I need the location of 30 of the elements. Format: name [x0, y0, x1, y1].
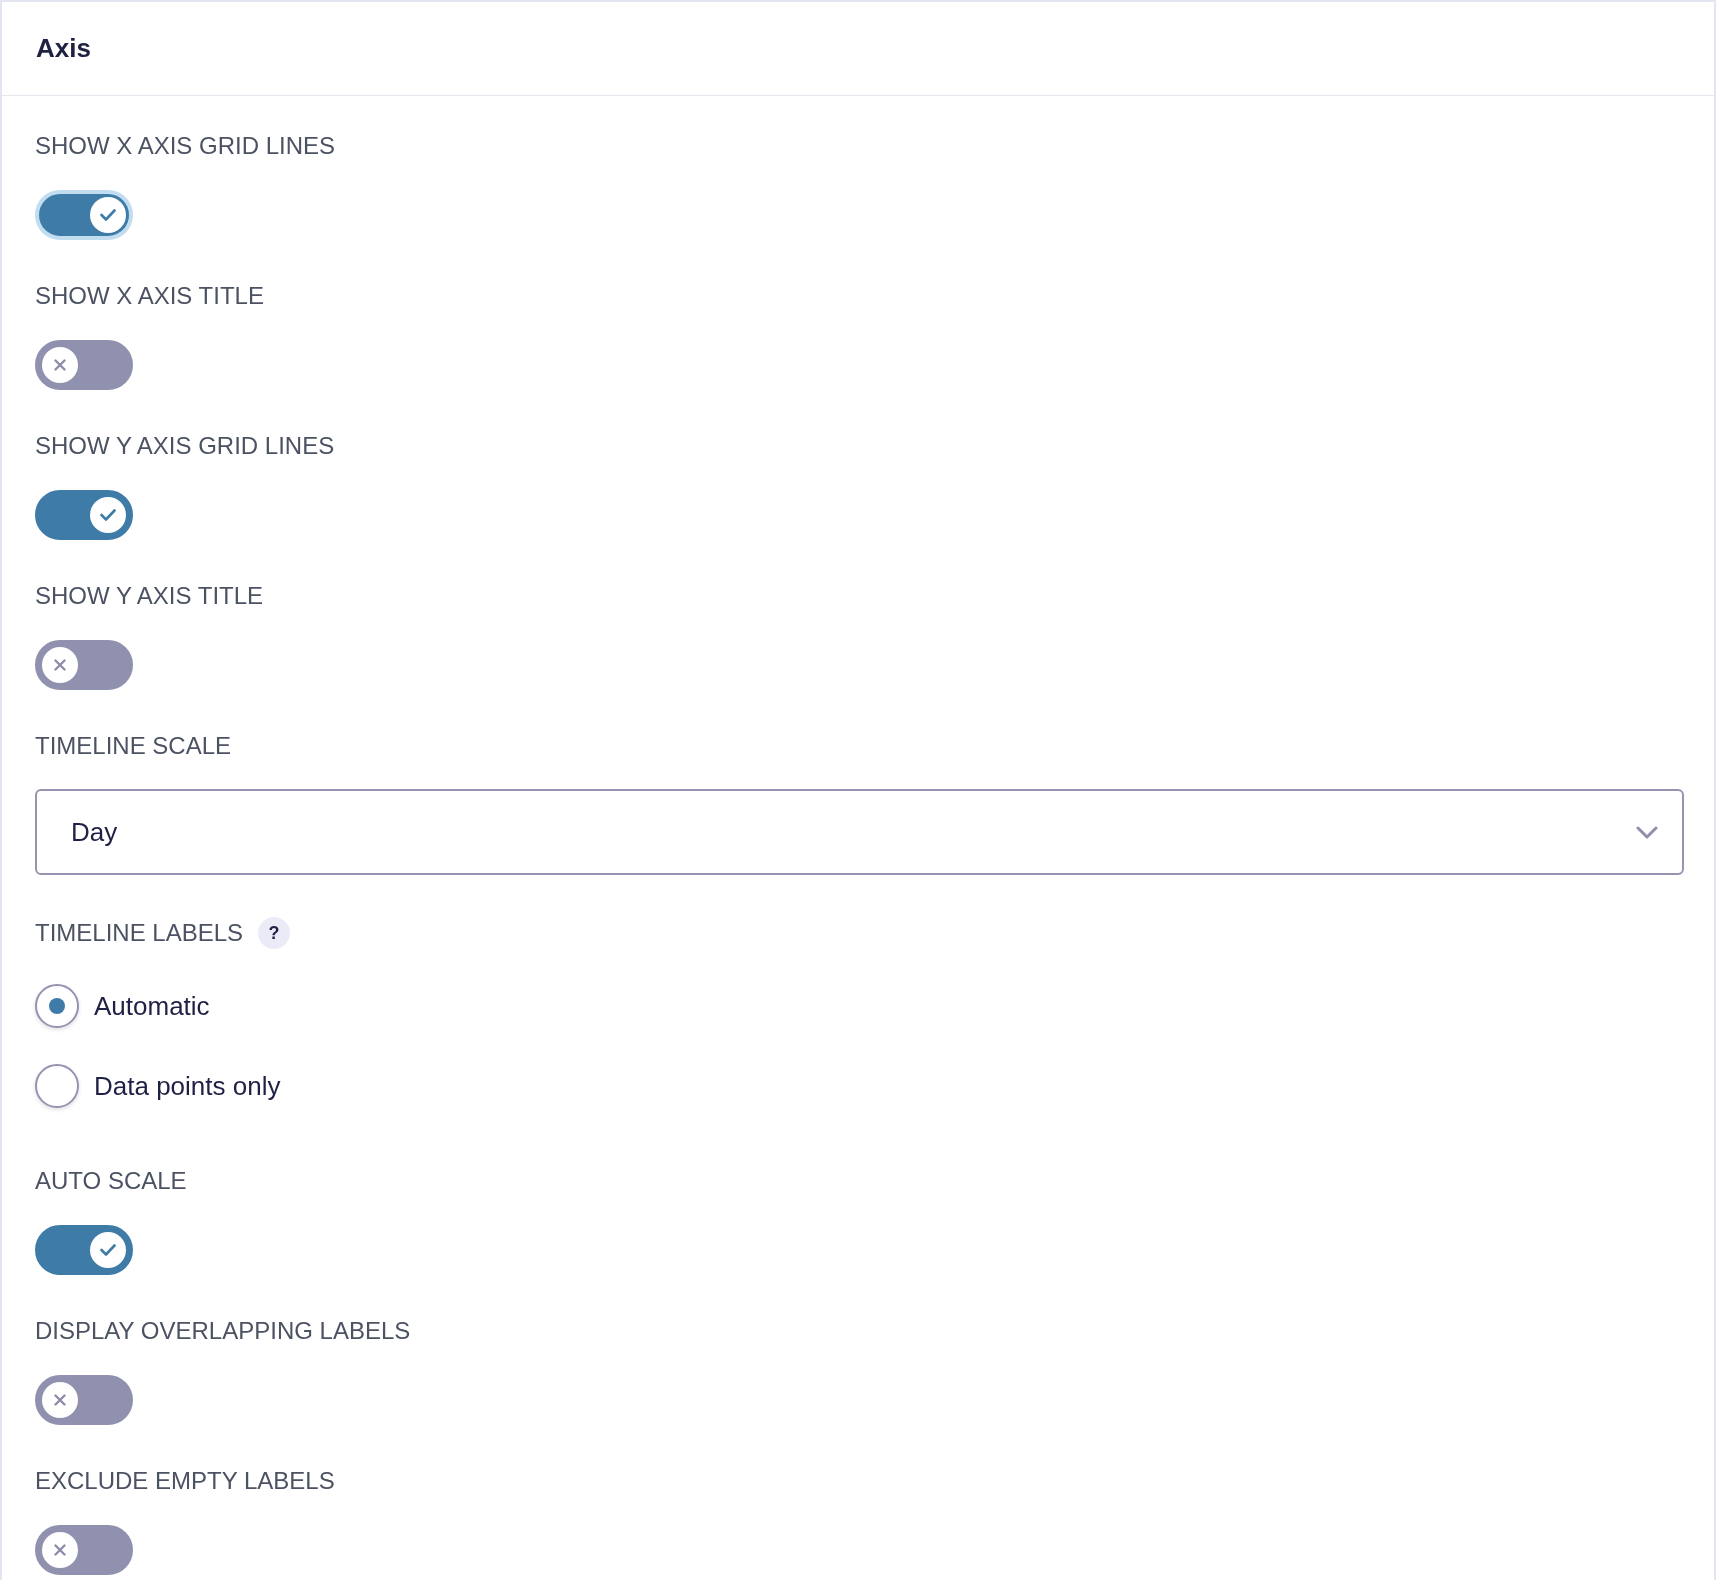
check-icon [90, 1232, 126, 1268]
field-label: TIMELINE SCALE [35, 732, 232, 759]
option-label[interactable]: Data points only [94, 1071, 281, 1101]
radio-button[interactable] [35, 1064, 79, 1108]
cross-icon [42, 1532, 78, 1568]
field-label: SHOW Y AXIS GRID LINES [35, 432, 335, 460]
field-label: EXCLUDE EMPTY LABELS [35, 1467, 335, 1495]
cross-icon [42, 1382, 78, 1418]
toggle-switch[interactable] [35, 490, 133, 540]
help-button[interactable]: ? [258, 917, 291, 949]
cross-icon [42, 347, 78, 383]
check-icon [90, 497, 126, 533]
select-field[interactable]: Day [35, 789, 1684, 875]
check-icon [90, 197, 126, 233]
toggle-switch[interactable] [35, 1225, 133, 1275]
field-label: TIMELINE LABELS [35, 919, 244, 947]
field-label: SHOW X AXIS TITLE [35, 282, 264, 310]
cross-icon [42, 647, 78, 683]
toggle-switch[interactable] [35, 640, 133, 690]
field-label: SHOW X AXIS GRID LINES [35, 132, 336, 160]
toggle-switch[interactable] [35, 1375, 133, 1425]
toggle-switch[interactable] [35, 340, 133, 390]
toggle-switch[interactable] [35, 1525, 133, 1575]
field-label: DISPLAY OVERLAPPING LABELS [35, 1317, 411, 1345]
field-label: AUTO SCALE [35, 1167, 187, 1195]
chevron-down-icon [1636, 825, 1658, 839]
panel-title: Axis [36, 32, 91, 65]
radio-button[interactable] [35, 984, 79, 1028]
option-label[interactable]: Automatic [94, 991, 210, 1021]
field-label: SHOW Y AXIS TITLE [35, 582, 264, 610]
